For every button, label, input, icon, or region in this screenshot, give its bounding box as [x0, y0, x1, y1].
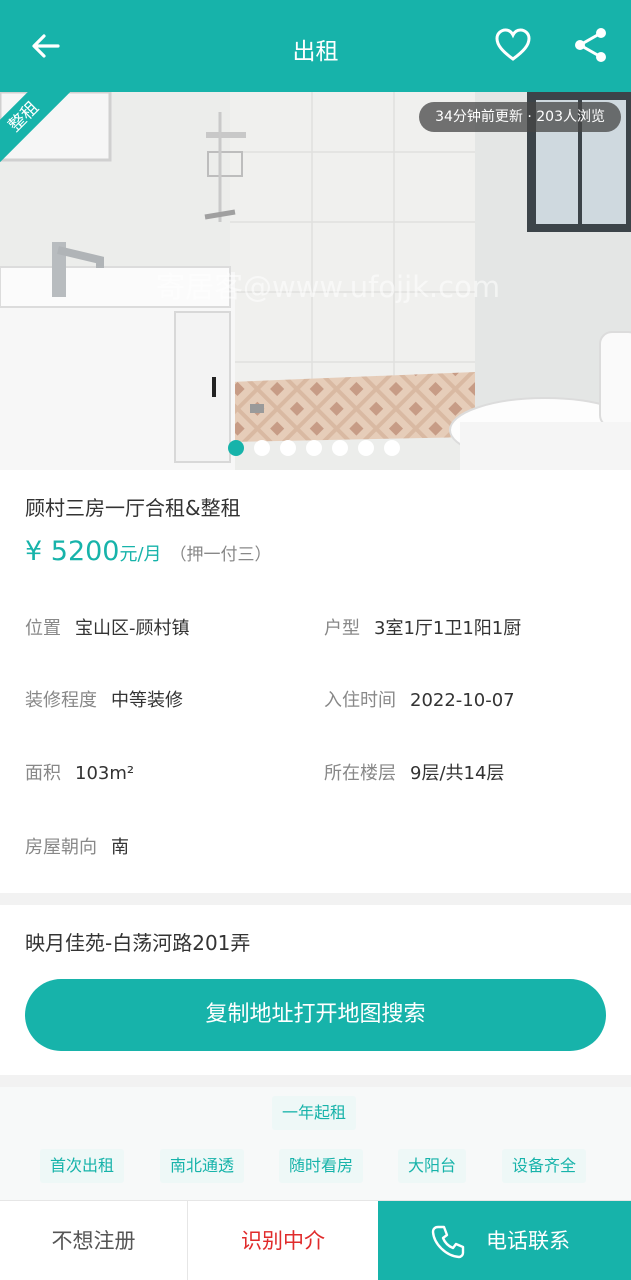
identify-agent-button[interactable]: 识别中介: [188, 1201, 378, 1280]
detail-decoration: 装修程度 中等装修: [25, 686, 183, 712]
detail-value: 宝山区-顾村镇: [75, 618, 190, 639]
gallery-dot[interactable]: [306, 440, 322, 456]
detail-key: 装修程度: [25, 690, 97, 711]
detail-floor: 所在楼层 9层/共14层: [324, 759, 504, 785]
detail-move-in-date: 入住时间 2022-10-07: [324, 686, 515, 712]
photo-watermark: 寄居客@www.ufojjk.com: [156, 270, 501, 304]
phone-icon: [431, 1225, 465, 1259]
tag-item: 随时看房: [279, 1149, 364, 1183]
feature-tags: 一年起租 首次出租 南北通透 随时看房 大阳台 设备齐全: [0, 1087, 631, 1200]
detail-value: 南: [111, 837, 129, 858]
app-header: 出租: [0, 0, 631, 92]
detail-orientation: 房屋朝向南: [25, 833, 129, 859]
page-title: 出租: [292, 39, 339, 65]
detail-key: 房屋朝向: [25, 837, 97, 858]
gallery-dot[interactable]: [228, 440, 244, 456]
gallery-dot[interactable]: [384, 440, 400, 456]
detail-value: 103m²: [75, 763, 135, 784]
gallery-pagination: [228, 440, 400, 456]
detail-value: 9层/共14层: [410, 763, 505, 784]
gallery-dot[interactable]: [358, 440, 374, 456]
tag-item: 大阳台: [398, 1149, 467, 1183]
photo-gallery[interactable]: 整租 34分钟前更新 · 203人浏览 寄居客@www.ufojjk.com: [0, 92, 631, 470]
call-button[interactable]: 电话联系: [378, 1201, 631, 1280]
listing-info-card: 顾村三房一厅合租&整租 ¥ 5200元/月 （押一付三） 位置 宝山区-顾村镇 户型…: [0, 470, 631, 893]
address-card: 映月佳苑-白荡河路201弄 复制地址打开地图搜索: [0, 905, 631, 1075]
tag-item: 一年起租: [272, 1096, 357, 1130]
heart-icon[interactable]: [494, 27, 532, 63]
call-label: 电话联系: [486, 1229, 570, 1253]
detail-key: 所在楼层: [324, 763, 396, 784]
rent-type-ribbon: 整租: [0, 92, 70, 162]
copy-address-map-button[interactable]: 复制地址打开地图搜索: [25, 979, 606, 1051]
tag-item: 南北通透: [160, 1149, 245, 1183]
detail-key: 户型: [324, 618, 360, 639]
detail-key: 面积: [25, 763, 61, 784]
address-text: 映月佳苑-白荡河路201弄: [25, 931, 251, 955]
detail-layout: 户型 3室1厅1卫1阳1厨: [324, 614, 521, 640]
price-value: ¥ 5200: [25, 536, 120, 567]
listing-title: 顾村三房一厅合租&整租: [25, 496, 241, 520]
tag-item: 设备齐全: [502, 1149, 587, 1183]
detail-key: 入住时间: [324, 690, 396, 711]
detail-key: 位置: [25, 618, 61, 639]
rent-type-label: 整租: [0, 92, 70, 162]
detail-location: 位置 宝山区-顾村镇: [25, 614, 190, 640]
tag-item: 首次出租: [40, 1149, 125, 1183]
listing-price: ¥ 5200元/月 （押一付三）: [25, 536, 272, 567]
bottom-action-bar: 不想注册 识别中介 电话联系: [0, 1200, 631, 1280]
gallery-dot[interactable]: [280, 440, 296, 456]
update-views-badge: 34分钟前更新 · 203人浏览: [419, 102, 621, 132]
price-unit: 元/月: [119, 544, 162, 565]
detail-area: 面积 103m²: [25, 759, 134, 785]
share-icon[interactable]: [572, 26, 610, 64]
detail-value: 中等装修: [111, 690, 183, 711]
gallery-dot[interactable]: [254, 440, 270, 456]
gallery-dot[interactable]: [332, 440, 348, 456]
deposit-terms: （押一付三）: [169, 545, 272, 565]
detail-value: 3室1厅1卫1阳1厨: [374, 618, 522, 639]
detail-value: 2022-10-07: [410, 690, 515, 711]
no-register-button[interactable]: 不想注册: [0, 1201, 188, 1280]
